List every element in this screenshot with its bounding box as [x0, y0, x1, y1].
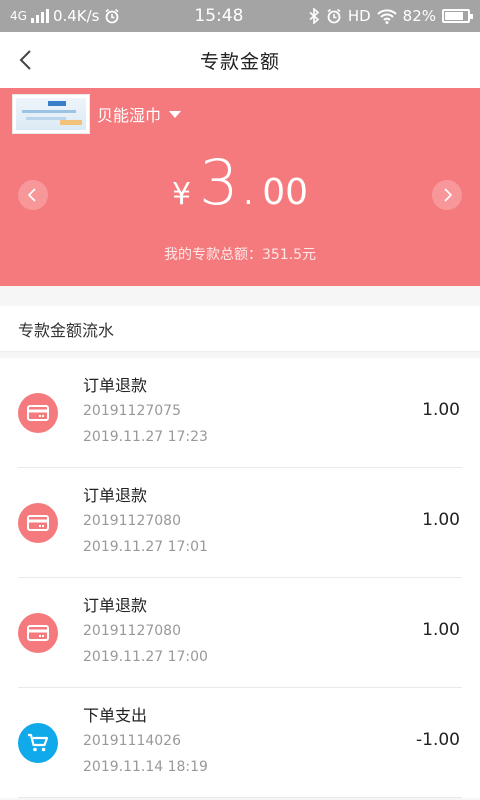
battery-percent: 82% [402, 7, 436, 25]
product-name: 贝能湿巾 [97, 106, 162, 125]
transaction-title: 订单退款 [83, 376, 148, 395]
battery-icon [442, 9, 473, 23]
transaction-row[interactable]: 下单支出 20191114026 2019.11.14 18:19 -1.00 [0, 688, 480, 798]
alarm-icon [327, 8, 341, 24]
wifi-icon [376, 9, 397, 24]
status-bar: 4G 0.4K/s 15:48 HD 82% [0, 0, 480, 32]
transaction-row[interactable]: 订单退款 20191127080 2019.11.27 17:01 1.00 [0, 468, 480, 578]
caret-down-icon [169, 110, 182, 118]
order-number: 20191127080 [83, 513, 181, 529]
balance-card: 贝能湿巾 ¥3. 00 我的专款总额：351.5元 [0, 88, 480, 286]
currency-symbol: ¥ [171, 177, 192, 212]
transaction-info: 下单支出 20191114026 2019.11.14 18:19 [83, 704, 208, 780]
status-time: 15:48 [194, 6, 244, 26]
card-icon [18, 393, 58, 433]
card-icon [18, 613, 58, 653]
hd-label: HD [347, 7, 371, 25]
transaction-title: 订单退款 [83, 596, 148, 615]
transaction-time: 2019.11.27 17:01 [83, 539, 208, 555]
cart-icon [18, 723, 58, 763]
transaction-amount: 1.00 [422, 620, 460, 640]
alarm-icon [105, 8, 118, 24]
back-button[interactable] [12, 44, 42, 76]
product-selector[interactable]: 贝能湿巾 [97, 102, 182, 126]
transaction-time: 2019.11.27 17:00 [83, 649, 208, 665]
transaction-info: 订单退款 20191127080 2019.11.27 17:01 [83, 484, 208, 560]
chevron-left-icon [19, 50, 31, 70]
transaction-info: 订单退款 20191127080 2019.11.27 17:00 [83, 594, 208, 670]
divider [18, 797, 462, 798]
signal-icon [30, 9, 49, 23]
network-type: 4G [10, 9, 27, 23]
network-speed: 0.4K/s [52, 7, 100, 25]
status-right: HD 82% [308, 7, 473, 25]
transaction-row[interactable]: 订单退款 20191127080 2019.11.27 17:00 1.00 [0, 578, 480, 688]
transaction-amount: 1.00 [422, 400, 460, 420]
transaction-title: 下单支出 [83, 706, 148, 725]
section-title: 专款金额流水 [0, 306, 480, 352]
amount-integer: 3. [199, 146, 259, 219]
transaction-row[interactable]: 订单退款 20191127075 2019.11.27 17:23 1.00 [0, 358, 480, 468]
transaction-title: 订单退款 [83, 486, 148, 505]
status-left: 4G 0.4K/s [10, 7, 190, 25]
page-title: 专款金额 [199, 50, 280, 73]
card-icon [18, 503, 58, 543]
battery-fill [445, 12, 464, 20]
transaction-time: 2019.11.14 18:19 [83, 759, 208, 775]
transaction-time: 2019.11.27 17:23 [83, 429, 208, 445]
amount-decimal: 00 [262, 172, 309, 213]
product-thumbnail[interactable] [12, 94, 90, 134]
balance-amount: ¥3. 00 [0, 146, 480, 219]
transaction-amount: -1.00 [416, 730, 460, 750]
transaction-amount: 1.00 [422, 510, 460, 530]
order-number: 20191127080 [83, 623, 181, 639]
total-balance: 我的专款总额：351.5元 [163, 247, 317, 263]
order-number: 20191127075 [83, 403, 181, 419]
transaction-list: 订单退款 20191127075 2019.11.27 17:23 1.00 订… [0, 358, 480, 798]
transaction-info: 订单退款 20191127075 2019.11.27 17:23 [83, 374, 208, 450]
product-image [16, 98, 86, 130]
bluetooth-icon [309, 8, 320, 24]
nav-bar: 专款金额 [0, 32, 480, 88]
order-number: 20191114026 [83, 733, 181, 749]
